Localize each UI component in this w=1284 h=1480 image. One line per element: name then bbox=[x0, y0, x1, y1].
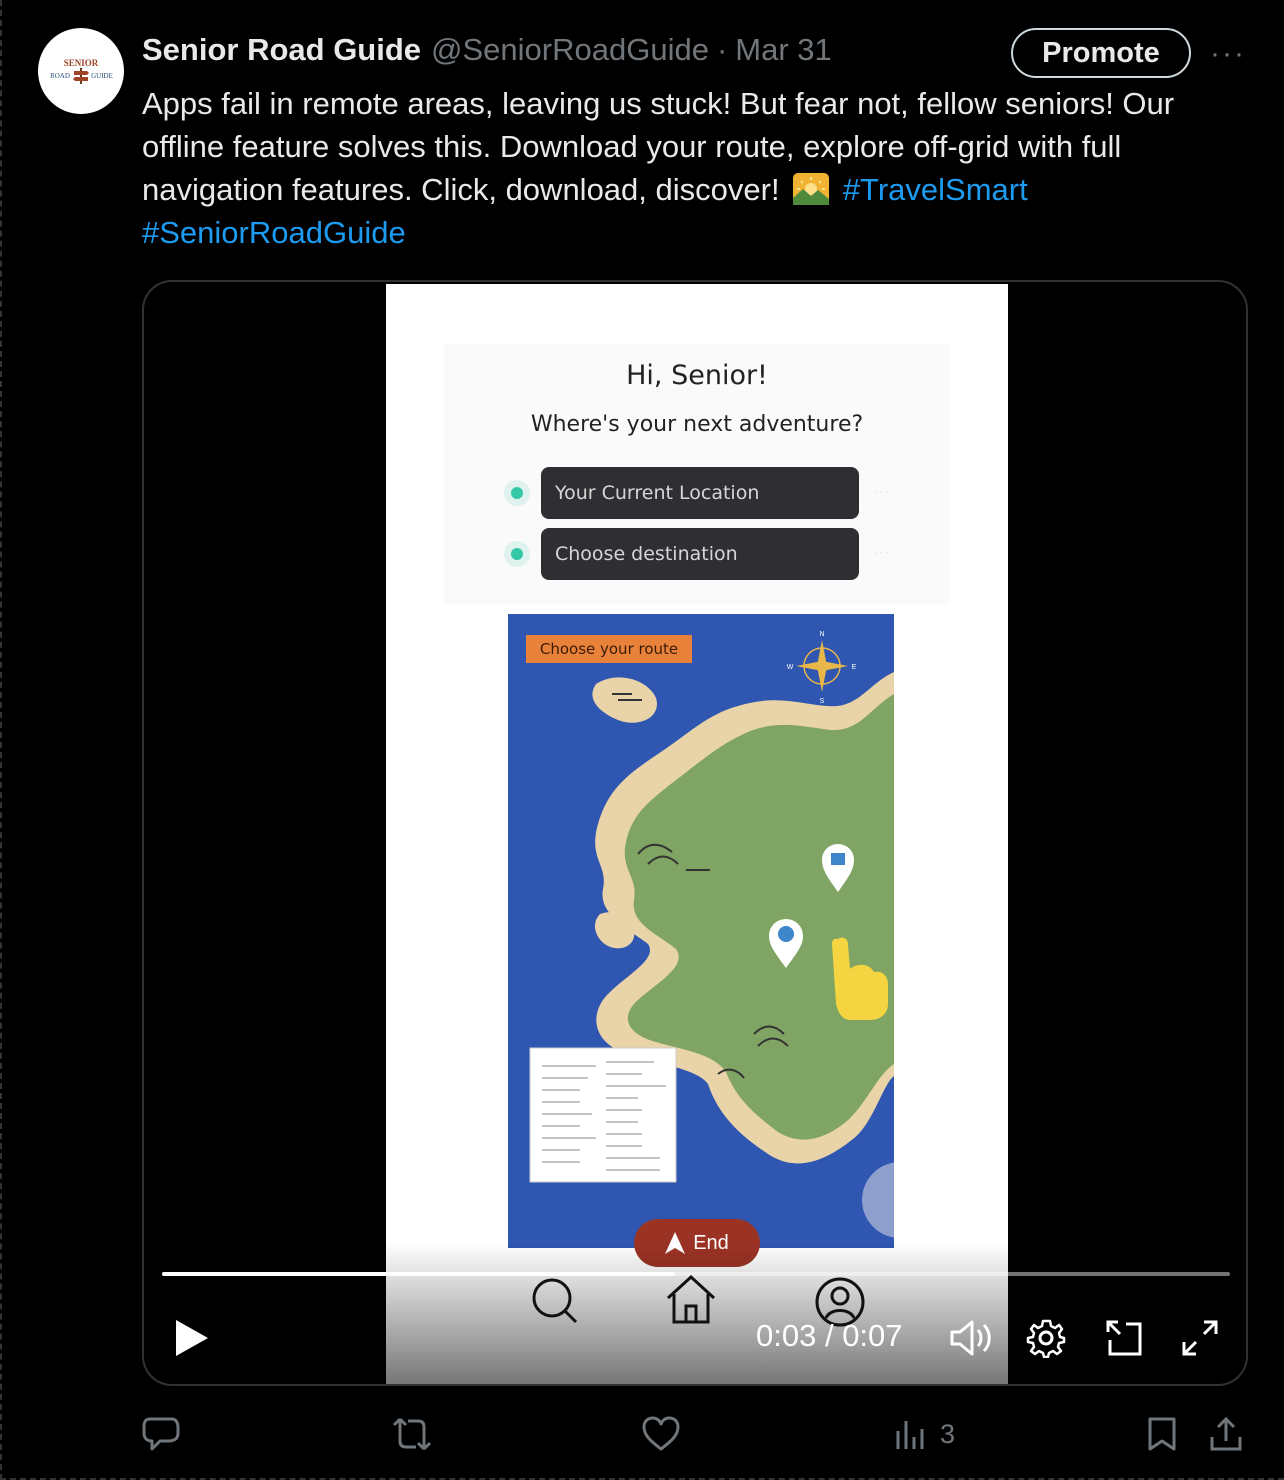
hashtag-link-seniorroadguide[interactable]: #SeniorRoadGuide bbox=[142, 215, 406, 250]
views-button[interactable]: 3 bbox=[894, 1408, 955, 1460]
time-separator: / bbox=[816, 1318, 843, 1353]
bookmark-icon bbox=[1148, 1417, 1176, 1451]
origin-dot-icon bbox=[504, 480, 530, 506]
picture-in-picture-icon[interactable] bbox=[1104, 1318, 1144, 1358]
svg-text:W: W bbox=[787, 664, 794, 671]
current-location-field: Your Current Location bbox=[541, 467, 859, 519]
app-greeting: Hi, Senior! bbox=[626, 360, 768, 391]
play-icon[interactable] bbox=[174, 1318, 210, 1358]
views-chart-icon bbox=[896, 1421, 924, 1449]
map-legend bbox=[529, 1047, 677, 1183]
hashtag-link-travelsmart[interactable]: #TravelSmart bbox=[843, 172, 1028, 207]
fullscreen-icon[interactable] bbox=[1180, 1318, 1220, 1358]
separator-dot: · bbox=[716, 32, 728, 67]
repost-icon bbox=[392, 1417, 432, 1451]
more-options-icon[interactable]: ··· bbox=[1206, 34, 1250, 74]
avatar-logo-right: GUIDE bbox=[91, 72, 113, 80]
svg-text:N: N bbox=[819, 631, 824, 638]
app-question: Where's your next adventure? bbox=[530, 412, 864, 437]
current-time: 0:03 bbox=[756, 1318, 817, 1353]
heart-icon bbox=[642, 1416, 680, 1451]
tweet-date[interactable]: Mar 31 bbox=[735, 32, 831, 68]
video-time: 0:03 / 0:07 bbox=[756, 1318, 903, 1354]
reply-button[interactable] bbox=[142, 1408, 180, 1460]
bookmark-button[interactable] bbox=[1146, 1408, 1178, 1460]
display-name[interactable]: Senior Road Guide bbox=[142, 32, 421, 68]
total-time: 0:07 bbox=[842, 1318, 903, 1353]
destination-field: Choose destination bbox=[541, 528, 859, 580]
field-options-icon: ··· bbox=[873, 484, 891, 498]
video-progress-fill bbox=[162, 1272, 675, 1276]
user-handle[interactable]: @SeniorRoadGuide bbox=[431, 32, 709, 68]
volume-icon[interactable] bbox=[950, 1318, 994, 1358]
tweet-header: Senior Road Guide @SeniorRoadGuide · Mar… bbox=[142, 28, 832, 72]
like-button[interactable] bbox=[642, 1408, 680, 1460]
share-button[interactable] bbox=[1208, 1408, 1244, 1460]
video-player[interactable]: Hi, Senior! Where's your next adventure?… bbox=[142, 280, 1248, 1386]
tweet-text: Apps fail in remote areas, leaving us st… bbox=[142, 82, 1252, 254]
choose-route-label: Choose your route bbox=[526, 635, 692, 663]
app-search-icon bbox=[532, 1278, 578, 1324]
svg-text:S: S bbox=[820, 698, 825, 705]
repost-button[interactable] bbox=[392, 1408, 432, 1460]
promote-button[interactable]: Promote bbox=[1011, 28, 1191, 78]
destination-dot-icon bbox=[504, 541, 530, 567]
settings-gear-icon[interactable] bbox=[1026, 1318, 1066, 1358]
sunrise-over-mountains-icon bbox=[793, 173, 830, 205]
views-count: 3 bbox=[940, 1418, 956, 1449]
avatar[interactable]: SENIOR ROAD GUIDE bbox=[38, 28, 124, 114]
reply-icon bbox=[142, 1417, 180, 1451]
video-frame: Hi, Senior! Where's your next adventure?… bbox=[386, 284, 1008, 1384]
avatar-logo-left: ROAD bbox=[50, 72, 70, 80]
svg-text:E: E bbox=[852, 664, 857, 671]
island-map: N S E W bbox=[508, 614, 894, 1248]
field-options-icon-2: ··· bbox=[873, 545, 891, 559]
share-icon bbox=[1210, 1416, 1242, 1451]
avatar-logo-top: SENIOR bbox=[64, 58, 99, 68]
app-home-icon bbox=[666, 1274, 716, 1324]
